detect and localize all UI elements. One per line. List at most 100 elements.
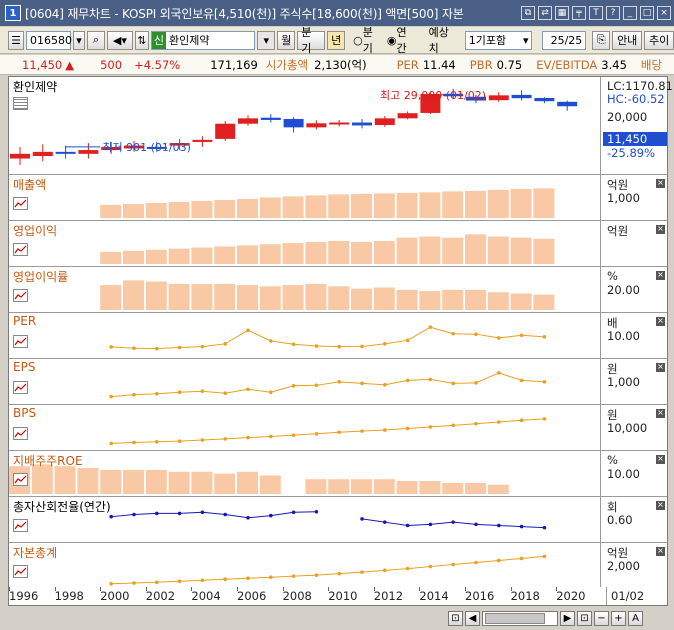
financial-chart[interactable]: 최고 29,000 (01/02) 최저 901 (01/03) 환인제약 LC:… (8, 76, 673, 606)
indicator-bar (168, 283, 190, 310)
indicator-plot[interactable] (9, 543, 601, 587)
scroll-right-icon[interactable]: ▶ (560, 610, 575, 626)
indicator-bar (442, 482, 464, 494)
pin-icon[interactable]: ╤ (572, 6, 586, 20)
pbr-label: PBR (469, 57, 493, 72)
font-icon[interactable]: T (589, 6, 603, 20)
radio-annual[interactable]: ◉ 연간 (387, 24, 417, 56)
font-size-icon[interactable]: A (628, 610, 643, 626)
line-chart-icon[interactable] (13, 427, 28, 440)
indicator-bar (419, 291, 441, 310)
indicator-bar (442, 289, 464, 310)
current-price: 11,450 (22, 57, 63, 72)
guide-button[interactable]: 안내 (612, 30, 643, 50)
add-button[interactable]: 추이 (644, 30, 674, 50)
indicator-bar (487, 292, 509, 310)
indicator-bar (237, 245, 258, 264)
period-month-button[interactable]: 월 (277, 30, 296, 50)
line-chart-icon[interactable] (13, 335, 28, 348)
candle-body (352, 122, 372, 126)
zoom-in-icon[interactable]: + (611, 610, 626, 626)
line-chart-icon[interactable] (13, 381, 28, 394)
line-chart-icon[interactable] (13, 243, 28, 256)
x-axis-label: 2018 (510, 589, 540, 603)
help-icon[interactable]: ? (606, 6, 620, 20)
price-plot[interactable]: 최고 29,000 (01/02) 최저 901 (01/03) (9, 77, 601, 174)
copy-icon[interactable]: ⎘ (592, 30, 611, 50)
prev-next-icon[interactable]: ⇅ (134, 30, 149, 50)
scroll-start-icon[interactable]: ⊡ (448, 610, 463, 626)
period-year-button[interactable]: 년 (327, 30, 346, 50)
indicator-plot[interactable] (9, 267, 601, 312)
x-axis-label: 2004 (191, 589, 221, 603)
panel-close-icon[interactable]: × (656, 271, 665, 280)
current-pct: -25.89% (607, 146, 655, 160)
panel-close-icon[interactable]: × (656, 409, 665, 418)
price-panel: 최고 29,000 (01/02) 최저 901 (01/03) 환인제약 LC:… (9, 77, 673, 175)
indicator-bar (351, 288, 372, 310)
stock-name-field[interactable]: 신 환인제약 (150, 30, 256, 50)
indicator-bar (510, 293, 532, 310)
minimize-icon[interactable]: _ (623, 6, 637, 20)
restore-icon[interactable]: ⧉ (521, 6, 535, 20)
search-icon[interactable]: ⌕ (87, 30, 105, 50)
stock-code-input[interactable]: 016580 (26, 30, 72, 50)
indicator-plot[interactable] (9, 451, 601, 496)
indicator-plot[interactable] (9, 221, 601, 266)
speaker-icon[interactable]: ◀▾ (106, 30, 133, 50)
change-rate: +4.57% (134, 57, 181, 72)
grid-icon[interactable] (13, 97, 28, 110)
scroll-end-icon[interactable]: ⊡ (577, 610, 592, 626)
radio-quarter[interactable]: ○ 분기 (353, 24, 383, 56)
x-axis-label: 2020 (556, 589, 586, 603)
maximize-icon[interactable]: □ (640, 6, 654, 20)
line-chart-icon[interactable] (13, 197, 28, 210)
list-icon[interactable]: ☰ (8, 30, 24, 50)
zoom-out-icon[interactable]: − (594, 610, 609, 626)
code-dropdown-icon[interactable]: ▾ (73, 30, 85, 50)
indicator-bar (419, 481, 441, 494)
page-field[interactable]: 25/25 (542, 30, 587, 50)
indicator-line (111, 418, 545, 444)
panel-close-icon[interactable]: × (656, 455, 665, 464)
indicator-tick: 10.00 (607, 467, 640, 481)
line-chart-icon[interactable] (13, 289, 28, 302)
scroll-track[interactable] (482, 610, 558, 626)
market-cap-label: 시가총액 (265, 57, 309, 72)
indicator-title: 영업이익 (13, 224, 58, 238)
panel-close-icon[interactable]: × (656, 501, 665, 510)
scroll-left-icon[interactable]: ◀ (465, 610, 480, 626)
indicator-svg (109, 371, 547, 399)
line-chart-icon[interactable] (13, 473, 28, 486)
indicator-plot[interactable] (9, 359, 601, 404)
x-axis-date: 01/02 (611, 589, 645, 603)
panel-close-icon[interactable]: × (656, 179, 665, 188)
close-icon[interactable]: × (657, 6, 671, 20)
indicator-bar (259, 197, 281, 218)
scroll-thumb[interactable] (485, 612, 545, 624)
indicator-bar (123, 280, 144, 310)
indicator-bar (533, 238, 555, 264)
indicator-plot[interactable] (9, 175, 601, 220)
x-axis-tick (282, 587, 284, 591)
per-label: PER (396, 57, 419, 72)
indicator-bar (396, 481, 418, 494)
panel-close-icon[interactable]: × (656, 363, 665, 372)
price-panel-title: 환인제약 (13, 78, 58, 95)
indicator-bar (510, 188, 532, 218)
link-icon[interactable]: ⇄ (538, 6, 552, 20)
line-chart-icon[interactable] (13, 519, 28, 532)
panel-close-icon[interactable]: × (656, 225, 665, 234)
panel-close-icon[interactable]: × (656, 547, 665, 556)
name-dropdown-icon[interactable]: ▾ (257, 30, 276, 50)
line-chart-icon[interactable] (13, 565, 28, 578)
candle-body (283, 118, 304, 128)
x-axis-tick (100, 587, 102, 591)
estimate-select[interactable]: 1기포함 ▾ (464, 30, 533, 50)
indicator-bar (465, 289, 486, 310)
panel-close-icon[interactable]: × (656, 317, 665, 326)
indicator-plot[interactable] (9, 405, 601, 450)
indicator-plot[interactable] (9, 313, 601, 358)
tile-icon[interactable]: ▦ (555, 6, 569, 20)
period-quarter-button[interactable]: 분기 (297, 26, 326, 55)
